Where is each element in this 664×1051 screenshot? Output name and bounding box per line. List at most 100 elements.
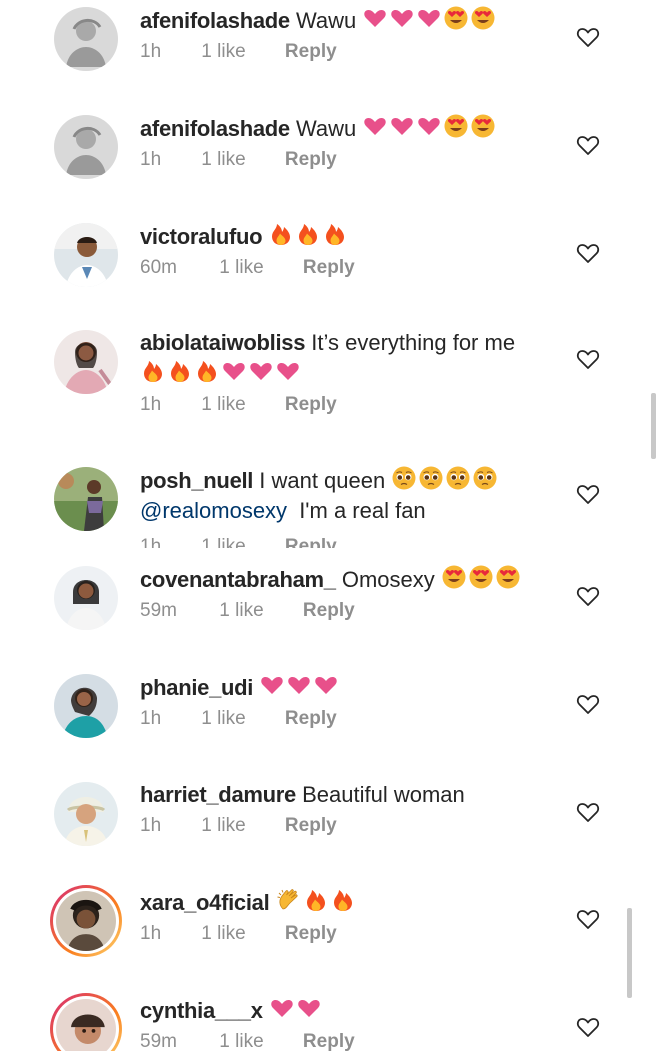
comment-username[interactable]: harriet_damure: [140, 782, 296, 807]
heart-outline-icon[interactable]: [576, 693, 600, 715]
clapping-hands-emoji-icon: [276, 887, 302, 913]
fire-emoji-icon: [268, 221, 294, 247]
reply-button[interactable]: Reply: [303, 256, 355, 280]
comment-username[interactable]: abiolataiwobliss: [140, 330, 305, 355]
comment-username[interactable]: victoralufuo: [140, 224, 263, 249]
avatar[interactable]: [54, 330, 118, 394]
heart-emoji-icon: [275, 358, 301, 384]
comment-time: 1h: [140, 815, 162, 836]
heart-outline-icon[interactable]: [576, 801, 600, 823]
heart-outline-icon[interactable]: [576, 134, 600, 156]
heart-emoji-icon: [362, 5, 388, 31]
comment-likes[interactable]: 1 like: [201, 922, 245, 946]
comment-likes[interactable]: 1 like: [201, 148, 245, 172]
comment-likes[interactable]: 1 like: [201, 40, 245, 64]
comment-likes[interactable]: 1 like: [201, 707, 245, 731]
avatar[interactable]: [54, 7, 118, 71]
heart-outline-icon[interactable]: [576, 242, 600, 264]
heart-emoji-icon: [362, 113, 388, 139]
comment-text: Omosexy: [341, 567, 435, 592]
comment-time: 59m: [140, 600, 177, 621]
scrollbar-thumb[interactable]: [627, 908, 632, 998]
reply-button[interactable]: Reply: [303, 1030, 355, 1051]
emoji-row: [362, 5, 497, 33]
heart-emoji-icon: [286, 672, 312, 698]
reply-button[interactable]: Reply: [303, 599, 355, 623]
heart-emoji-icon: [416, 113, 442, 139]
avatar[interactable]: [54, 115, 118, 179]
reply-button[interactable]: Reply: [285, 814, 337, 838]
comment-text: Wawu: [295, 8, 357, 33]
heart-emoji-icon: [221, 358, 247, 384]
comment-likes[interactable]: 1 like: [201, 814, 245, 838]
reply-button[interactable]: Reply: [285, 536, 337, 548]
heart-outline-icon[interactable]: [576, 483, 600, 505]
comment-username[interactable]: xara_o4ficial: [140, 890, 270, 915]
comment-text: Beautiful woman: [302, 782, 465, 807]
heart-emoji-icon: [389, 113, 415, 139]
heart-emoji-icon: [296, 995, 322, 1021]
avatar[interactable]: [56, 999, 116, 1051]
pleading-face-emoji-icon: [418, 465, 444, 491]
comment-time: 1h: [140, 708, 162, 729]
emoji-row: [441, 564, 522, 592]
avatar[interactable]: [54, 782, 118, 846]
comment-time: 59m: [140, 1031, 177, 1051]
reply-button[interactable]: Reply: [285, 922, 337, 946]
comment-username[interactable]: cynthia___x: [140, 998, 263, 1023]
heart-outline-icon[interactable]: [576, 908, 600, 930]
heart-emoji-icon: [248, 358, 274, 384]
heart-eyes-emoji-icon: [468, 564, 494, 590]
comment-text: Wawu: [295, 116, 357, 141]
reply-button[interactable]: Reply: [285, 393, 337, 417]
reply-button[interactable]: Reply: [285, 707, 337, 731]
emoji-row: [268, 224, 349, 249]
comment-username[interactable]: afenifolashade: [140, 8, 290, 33]
comment-username[interactable]: covenantabraham_: [140, 567, 336, 592]
heart-outline-icon[interactable]: [576, 1016, 600, 1038]
avatar[interactable]: [54, 467, 118, 531]
heart-outline-icon[interactable]: [576, 26, 600, 48]
comment-time: 1h: [140, 536, 162, 548]
heart-emoji-icon: [313, 672, 339, 698]
heart-eyes-emoji-icon: [441, 564, 467, 590]
comment-likes[interactable]: 1 like: [219, 256, 263, 280]
avatar-story-ring[interactable]: [50, 993, 122, 1051]
emoji-row: [391, 465, 499, 493]
comment-likes[interactable]: 1 like: [201, 393, 245, 417]
comment-likes[interactable]: 1 like: [219, 599, 263, 623]
reply-button[interactable]: Reply: [285, 148, 337, 172]
comment-text: I want queen: [259, 468, 386, 493]
comment-likes[interactable]: 1 like: [219, 1030, 263, 1051]
heart-emoji-icon: [259, 672, 285, 698]
fire-emoji-icon: [140, 358, 166, 384]
clipped-meta-row: 1h 1 like Reply: [140, 536, 400, 548]
heart-eyes-emoji-icon: [470, 113, 496, 139]
comment-time: 60m: [140, 257, 177, 278]
comments-list: afenifolashade Wawu 1h 1 like Reply afen…: [0, 0, 664, 1051]
comment-text: I'm a real fan: [299, 498, 426, 523]
avatar[interactable]: [54, 674, 118, 738]
reply-button[interactable]: Reply: [285, 40, 337, 64]
fire-emoji-icon: [303, 887, 329, 913]
comment-username[interactable]: posh_nuell: [140, 468, 253, 493]
avatar[interactable]: [54, 566, 118, 630]
avatar[interactable]: [54, 223, 118, 287]
emoji-row: [259, 675, 340, 700]
heart-outline-icon[interactable]: [576, 585, 600, 607]
fire-emoji-icon: [167, 358, 193, 384]
pleading-face-emoji-icon: [445, 465, 471, 491]
scrollbar-thumb[interactable]: [651, 393, 656, 459]
comment-username[interactable]: afenifolashade: [140, 116, 290, 141]
comment-likes[interactable]: 1 like: [201, 536, 245, 548]
heart-outline-icon[interactable]: [576, 348, 600, 370]
mention-link[interactable]: @realomosexy: [140, 498, 287, 523]
comment-text: It’s everything for me: [311, 330, 516, 355]
avatar[interactable]: [56, 891, 116, 951]
comment-username[interactable]: phanie_udi: [140, 675, 253, 700]
comment-time: 1h: [140, 149, 162, 170]
heart-eyes-emoji-icon: [470, 5, 496, 31]
heart-eyes-emoji-icon: [495, 564, 521, 590]
avatar-story-ring[interactable]: [50, 885, 122, 957]
fire-emoji-icon: [194, 358, 220, 384]
